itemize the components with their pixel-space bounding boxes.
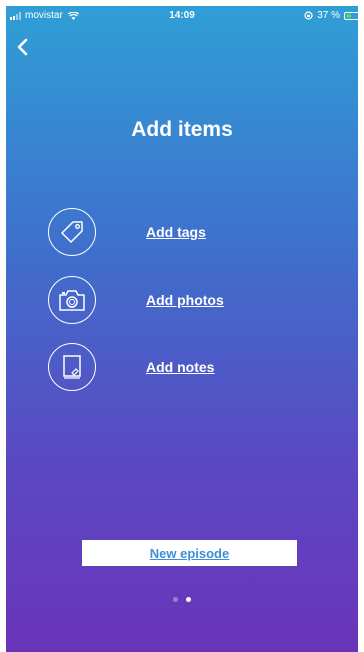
notepad-icon [48,343,96,391]
add-notes-item[interactable]: Add notes [48,341,328,393]
add-photos-item[interactable]: Add photos [48,274,328,326]
add-tags-item[interactable]: Add tags [48,206,328,258]
add-tags-link[interactable]: Add tags [146,224,206,240]
page-dot-1[interactable] [173,597,178,602]
battery-percentage: 37 % [317,10,340,21]
battery-icon [344,11,358,20]
app-screen: movistar 14:09 37 % Add items Add tags A… [6,6,358,652]
back-button[interactable] [14,36,34,58]
add-photos-link[interactable]: Add photos [146,292,224,308]
orientation-lock-icon [304,11,313,20]
page-dot-2-active[interactable] [186,597,191,602]
page-indicator [6,597,358,602]
battery-level [346,13,352,18]
tag-icon [48,208,96,256]
status-right: 37 % [304,10,358,21]
add-notes-link[interactable]: Add notes [146,359,214,375]
page-title: Add items [131,118,233,141]
chevron-left-icon [17,38,28,56]
camera-icon [48,276,96,324]
status-bar: movistar 14:09 37 % [6,6,358,26]
new-episode-label: New episode [149,545,230,561]
new-episode-button[interactable]: New episode [82,540,297,566]
